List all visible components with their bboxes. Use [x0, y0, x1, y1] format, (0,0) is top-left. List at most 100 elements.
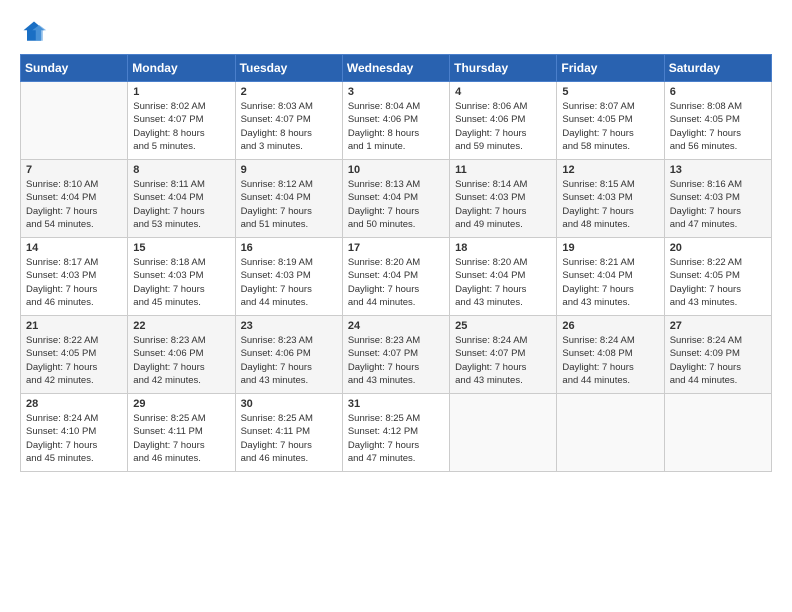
day-number: 16: [241, 242, 337, 254]
calendar-cell: 15 Sunrise: 8:18 AMSunset: 4:03 PMDayligh…: [128, 238, 235, 316]
calendar-cell: 3 Sunrise: 8:04 AMSunset: 4:06 PMDaylight…: [342, 82, 449, 160]
calendar-cell: 24 Sunrise: 8:23 AMSunset: 4:07 PMDayligh…: [342, 316, 449, 394]
day-info: Sunrise: 8:25 AMSunset: 4:12 PMDaylight:…: [348, 412, 444, 465]
day-info: Sunrise: 8:23 AMSunset: 4:07 PMDaylight:…: [348, 334, 444, 387]
header-day-thursday: Thursday: [450, 55, 557, 82]
calendar-header: SundayMondayTuesdayWednesdayThursdayFrid…: [21, 55, 772, 82]
week-row-2: 7Sunrise: 8:10 AMSunset: 4:04 PMDaylight…: [21, 160, 772, 238]
day-number: 30: [241, 398, 337, 410]
calendar-cell: 17Sunrise: 8:20 AMSunset: 4:04 PMDayligh…: [342, 238, 449, 316]
header-day-wednesday: Wednesday: [342, 55, 449, 82]
day-number: 24: [348, 320, 444, 332]
day-info: Sunrise: 8:20 AMSunset: 4:04 PMDaylight:…: [455, 256, 551, 309]
day-info: Sunrise: 8:02 AMSunset: 4:07 PMDaylight:…: [133, 100, 229, 153]
calendar-cell: 6 Sunrise: 8:08 AMSunset: 4:05 PMDaylight…: [664, 82, 771, 160]
header-day-friday: Friday: [557, 55, 664, 82]
day-info: Sunrise: 8:04 AMSunset: 4:06 PMDaylight:…: [348, 100, 444, 153]
day-number: 12: [562, 164, 658, 176]
day-info: Sunrise: 8:24 AMSunset: 4:08 PMDaylight:…: [562, 334, 658, 387]
day-number: 26: [562, 320, 658, 332]
calendar-cell: 28 Sunrise: 8:24 AMSunset: 4:10 PMDayligh…: [21, 394, 128, 472]
day-info: Sunrise: 8:12 AMSunset: 4:04 PMDaylight:…: [241, 178, 337, 231]
day-info: Sunrise: 8:15 AMSunset: 4:03 PMDaylight:…: [562, 178, 658, 231]
day-info: Sunrise: 8:03 AMSunset: 4:07 PMDaylight:…: [241, 100, 337, 153]
day-number: 17: [348, 242, 444, 254]
logo: [20, 18, 52, 46]
calendar-cell: 25 Sunrise: 8:24 AMSunset: 4:07 PMDayligh…: [450, 316, 557, 394]
header: [20, 18, 772, 46]
day-number: 7: [26, 164, 122, 176]
day-number: 9: [241, 164, 337, 176]
day-info: Sunrise: 8:23 AMSunset: 4:06 PMDaylight:…: [241, 334, 337, 387]
week-row-5: 28 Sunrise: 8:24 AMSunset: 4:10 PMDayligh…: [21, 394, 772, 472]
day-info: Sunrise: 8:24 AMSunset: 4:09 PMDaylight:…: [670, 334, 766, 387]
calendar-cell: 18 Sunrise: 8:20 AMSunset: 4:04 PMDayligh…: [450, 238, 557, 316]
day-number: 20: [670, 242, 766, 254]
calendar-cell: 2Sunrise: 8:03 AMSunset: 4:07 PMDaylight…: [235, 82, 342, 160]
day-number: 18: [455, 242, 551, 254]
week-row-3: 14 Sunrise: 8:17 AMSunset: 4:03 PMDayligh…: [21, 238, 772, 316]
day-number: 28: [26, 398, 122, 410]
day-info: Sunrise: 8:11 AMSunset: 4:04 PMDaylight:…: [133, 178, 229, 231]
calendar-cell: 19Sunrise: 8:21 AMSunset: 4:04 PMDayligh…: [557, 238, 664, 316]
day-info: Sunrise: 8:24 AMSunset: 4:07 PMDaylight:…: [455, 334, 551, 387]
day-number: 1: [133, 86, 229, 98]
day-number: 23: [241, 320, 337, 332]
day-info: Sunrise: 8:24 AMSunset: 4:10 PMDaylight:…: [26, 412, 122, 465]
calendar-cell: 21Sunrise: 8:22 AMSunset: 4:05 PMDayligh…: [21, 316, 128, 394]
calendar-cell: 16 Sunrise: 8:19 AMSunset: 4:03 PMDayligh…: [235, 238, 342, 316]
calendar-cell: [450, 394, 557, 472]
day-info: Sunrise: 8:25 AMSunset: 4:11 PMDaylight:…: [133, 412, 229, 465]
day-info: Sunrise: 8:19 AMSunset: 4:03 PMDaylight:…: [241, 256, 337, 309]
header-day-sunday: Sunday: [21, 55, 128, 82]
day-info: Sunrise: 8:21 AMSunset: 4:04 PMDaylight:…: [562, 256, 658, 309]
calendar-cell: 23 Sunrise: 8:23 AMSunset: 4:06 PMDayligh…: [235, 316, 342, 394]
calendar-cell: 20 Sunrise: 8:22 AMSunset: 4:05 PMDayligh…: [664, 238, 771, 316]
day-info: Sunrise: 8:13 AMSunset: 4:04 PMDaylight:…: [348, 178, 444, 231]
header-day-saturday: Saturday: [664, 55, 771, 82]
day-number: 15: [133, 242, 229, 254]
day-number: 6: [670, 86, 766, 98]
day-info: Sunrise: 8:22 AMSunset: 4:05 PMDaylight:…: [670, 256, 766, 309]
day-info: Sunrise: 8:23 AMSunset: 4:06 PMDaylight:…: [133, 334, 229, 387]
day-number: 3: [348, 86, 444, 98]
calendar-cell: 26 Sunrise: 8:24 AMSunset: 4:08 PMDayligh…: [557, 316, 664, 394]
day-number: 10: [348, 164, 444, 176]
day-number: 22: [133, 320, 229, 332]
day-info: Sunrise: 8:25 AMSunset: 4:11 PMDaylight:…: [241, 412, 337, 465]
calendar-cell: 14 Sunrise: 8:17 AMSunset: 4:03 PMDayligh…: [21, 238, 128, 316]
calendar-cell: 29 Sunrise: 8:25 AMSunset: 4:11 PMDayligh…: [128, 394, 235, 472]
day-info: Sunrise: 8:08 AMSunset: 4:05 PMDaylight:…: [670, 100, 766, 153]
day-number: 21: [26, 320, 122, 332]
day-number: 31: [348, 398, 444, 410]
day-number: 27: [670, 320, 766, 332]
calendar-cell: 30 Sunrise: 8:25 AMSunset: 4:11 PMDayligh…: [235, 394, 342, 472]
main-container: SundayMondayTuesdayWednesdayThursdayFrid…: [0, 0, 792, 482]
calendar-cell: 1 Sunrise: 8:02 AMSunset: 4:07 PMDaylight…: [128, 82, 235, 160]
calendar-cell: 5Sunrise: 8:07 AMSunset: 4:05 PMDaylight…: [557, 82, 664, 160]
calendar-cell: 11 Sunrise: 8:14 AMSunset: 4:03 PMDayligh…: [450, 160, 557, 238]
calendar-cell: 31 Sunrise: 8:25 AMSunset: 4:12 PMDayligh…: [342, 394, 449, 472]
calendar-cell: 12 Sunrise: 8:15 AMSunset: 4:03 PMDayligh…: [557, 160, 664, 238]
calendar-body: 1 Sunrise: 8:02 AMSunset: 4:07 PMDaylight…: [21, 82, 772, 472]
day-number: 11: [455, 164, 551, 176]
day-number: 29: [133, 398, 229, 410]
day-info: Sunrise: 8:18 AMSunset: 4:03 PMDaylight:…: [133, 256, 229, 309]
calendar-cell: [21, 82, 128, 160]
calendar-cell: 22 Sunrise: 8:23 AMSunset: 4:06 PMDayligh…: [128, 316, 235, 394]
day-number: 13: [670, 164, 766, 176]
day-info: Sunrise: 8:17 AMSunset: 4:03 PMDaylight:…: [26, 256, 122, 309]
header-day-monday: Monday: [128, 55, 235, 82]
calendar-cell: [557, 394, 664, 472]
day-info: Sunrise: 8:14 AMSunset: 4:03 PMDaylight:…: [455, 178, 551, 231]
header-row: SundayMondayTuesdayWednesdayThursdayFrid…: [21, 55, 772, 82]
calendar-table: SundayMondayTuesdayWednesdayThursdayFrid…: [20, 54, 772, 472]
day-info: Sunrise: 8:16 AMSunset: 4:03 PMDaylight:…: [670, 178, 766, 231]
day-number: 14: [26, 242, 122, 254]
calendar-cell: 27 Sunrise: 8:24 AMSunset: 4:09 PMDayligh…: [664, 316, 771, 394]
day-number: 5: [562, 86, 658, 98]
calendar-cell: 9 Sunrise: 8:12 AMSunset: 4:04 PMDaylight…: [235, 160, 342, 238]
day-number: 8: [133, 164, 229, 176]
day-number: 25: [455, 320, 551, 332]
calendar-cell: [664, 394, 771, 472]
